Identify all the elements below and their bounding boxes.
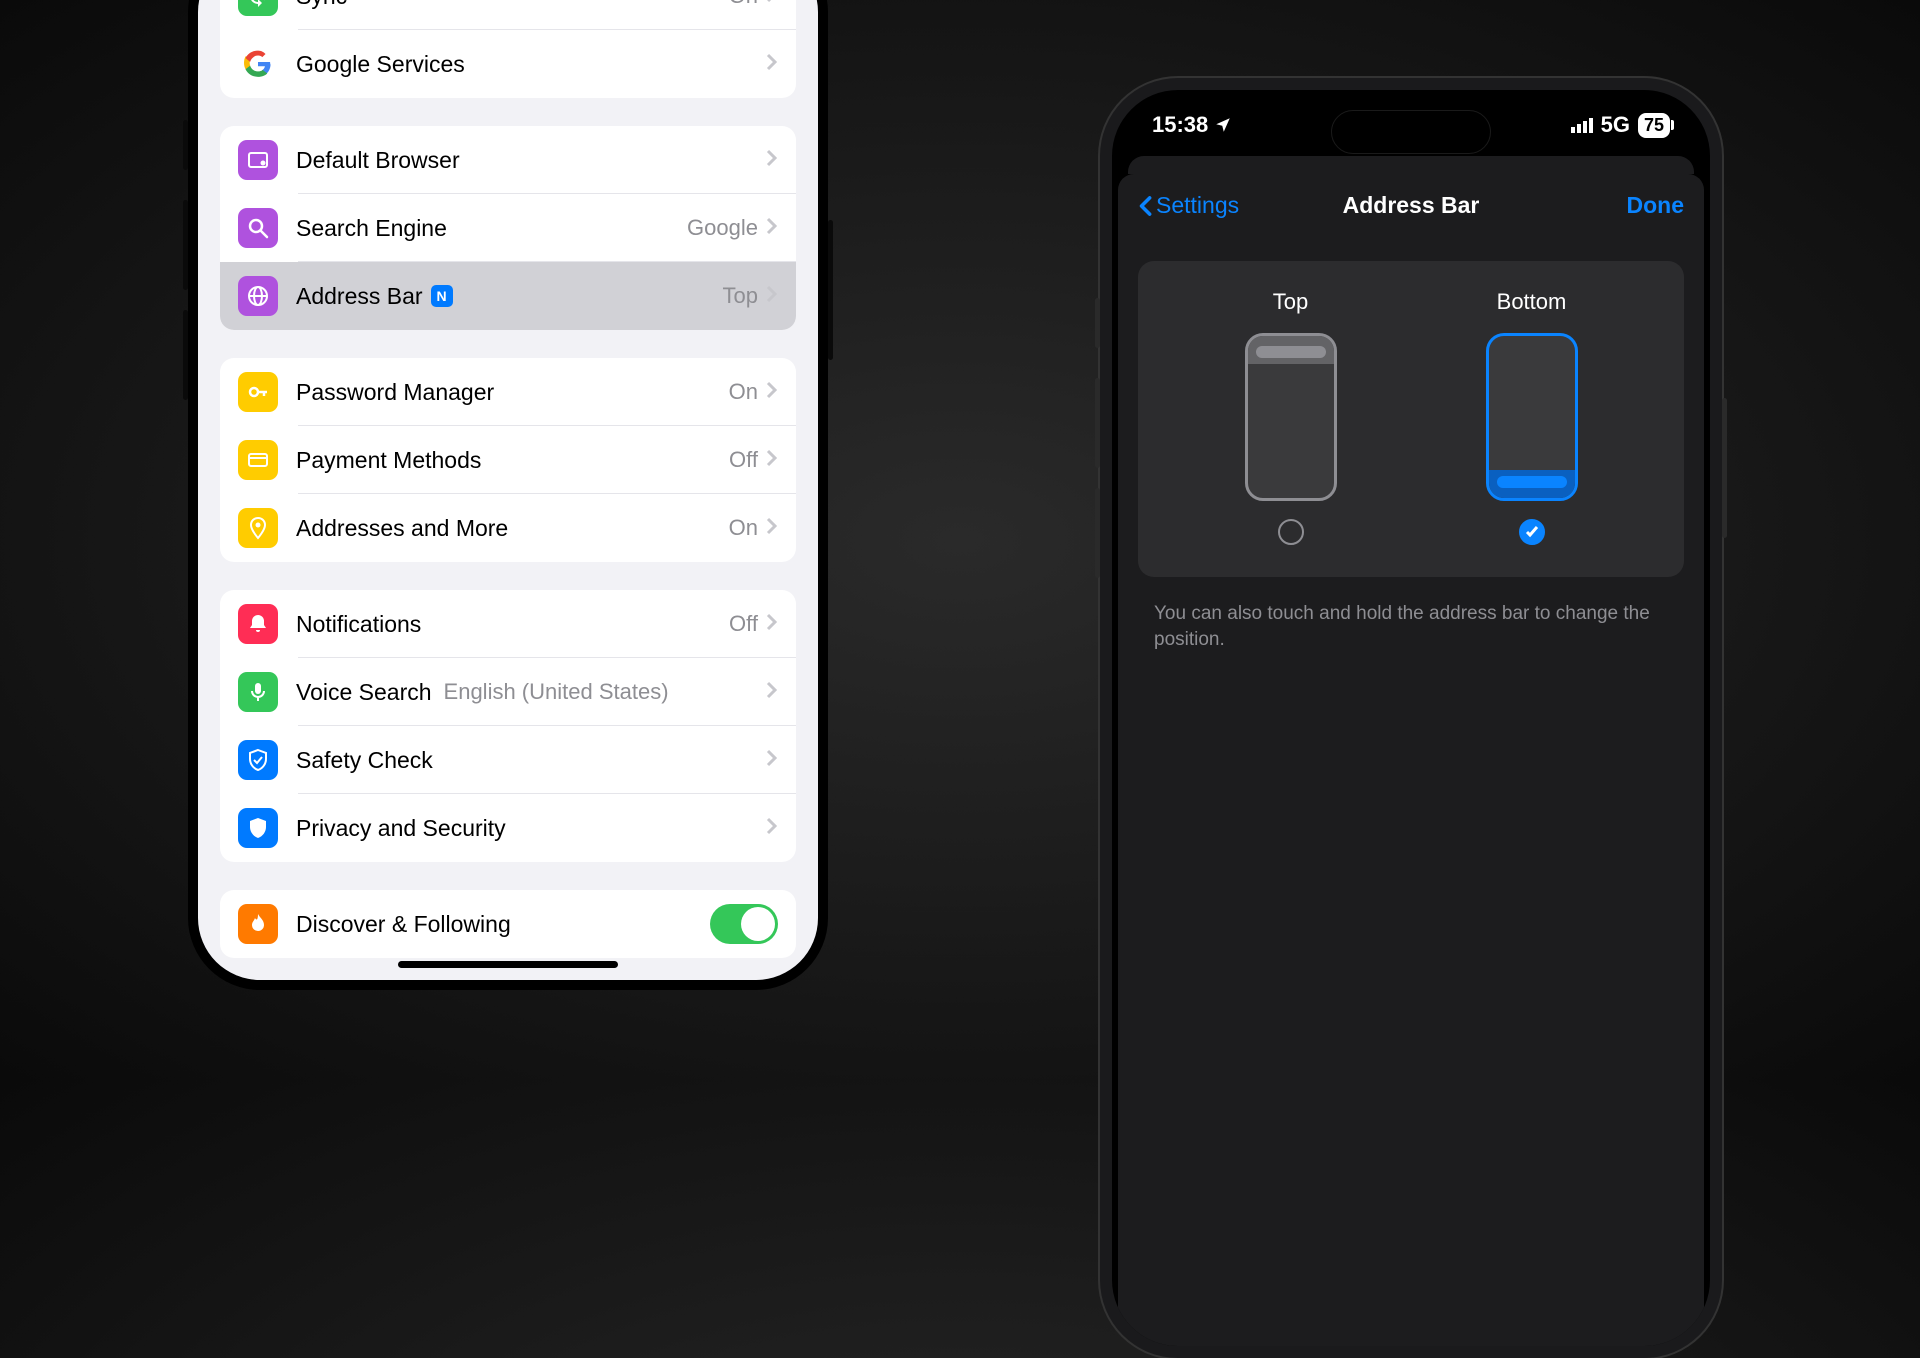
option-top[interactable]: Top	[1245, 289, 1337, 545]
flame-icon	[238, 904, 278, 944]
chevron-right-icon	[766, 449, 778, 472]
settings-screen: Sync On Google Services Default Browser	[198, 0, 818, 980]
row-label: Discover & Following	[296, 911, 710, 938]
row-label: Address Bar N	[296, 283, 723, 310]
preview-top	[1245, 333, 1337, 501]
chevron-right-icon	[766, 285, 778, 308]
radio-checked-icon	[1519, 519, 1545, 545]
key-icon	[238, 372, 278, 412]
option-label: Top	[1273, 289, 1308, 315]
done-button[interactable]: Done	[1627, 192, 1685, 219]
pin-icon	[238, 508, 278, 548]
chevron-right-icon	[766, 517, 778, 540]
row-value: English (United States)	[444, 679, 758, 705]
background-sheet-peek	[1128, 156, 1694, 174]
chevron-right-icon	[766, 613, 778, 636]
row-notifications[interactable]: Notifications Off	[220, 590, 796, 658]
settings-section-content: Discover & Following	[220, 890, 796, 958]
row-value: Off	[729, 447, 758, 473]
row-value: On	[729, 0, 758, 9]
location-icon	[1214, 116, 1232, 134]
home-indicator	[398, 961, 618, 968]
settings-section-account: Sync On Google Services	[220, 0, 796, 98]
row-label: Sync	[296, 0, 729, 10]
shield-check-icon	[238, 740, 278, 780]
nav-title: Address Bar	[1343, 192, 1480, 219]
row-google-services[interactable]: Google Services	[220, 30, 796, 98]
chevron-right-icon	[766, 681, 778, 704]
row-addresses[interactable]: Addresses and More On	[220, 494, 796, 562]
chevron-right-icon	[766, 53, 778, 76]
row-sync[interactable]: Sync On	[220, 0, 796, 30]
radio-unchecked-icon	[1278, 519, 1304, 545]
row-value: On	[729, 379, 758, 405]
chevron-right-icon	[766, 817, 778, 840]
right-iphone-frame: 15:38 5G 75 Settings Address Bar Done	[1100, 78, 1722, 1358]
row-safety-check[interactable]: Safety Check	[220, 726, 796, 794]
row-label: Privacy and Security	[296, 815, 766, 842]
chevron-right-icon	[766, 149, 778, 172]
dynamic-island	[1331, 110, 1491, 154]
row-value: Off	[729, 611, 758, 637]
settings-section-general: Notifications Off Voice Search English (…	[220, 590, 796, 862]
google-icon	[244, 50, 272, 78]
row-discover[interactable]: Discover & Following	[220, 890, 796, 958]
row-value: Google	[687, 215, 758, 241]
row-payment-methods[interactable]: Payment Methods Off	[220, 426, 796, 494]
status-time: 15:38	[1152, 112, 1208, 138]
row-password-manager[interactable]: Password Manager On	[220, 358, 796, 426]
signal-icon	[1571, 117, 1593, 133]
row-label: Default Browser	[296, 147, 766, 174]
option-bottom[interactable]: Bottom	[1486, 289, 1578, 545]
chevron-right-icon	[766, 381, 778, 404]
sync-icon	[238, 0, 278, 16]
address-bar-screen: 15:38 5G 75 Settings Address Bar Done	[1112, 90, 1710, 1346]
row-label: Voice Search	[296, 679, 432, 706]
chevron-right-icon	[766, 749, 778, 772]
row-label: Search Engine	[296, 215, 687, 242]
chevron-right-icon	[766, 0, 778, 8]
nav-bar: Settings Address Bar Done	[1118, 174, 1704, 237]
row-address-bar[interactable]: Address Bar N Top	[220, 262, 796, 330]
row-label: Password Manager	[296, 379, 729, 406]
row-label: Payment Methods	[296, 447, 729, 474]
settings-section-browser: Default Browser Search Engine Google Add…	[220, 126, 796, 330]
preview-bottom	[1486, 333, 1578, 501]
new-badge: N	[431, 285, 453, 307]
back-button[interactable]: Settings	[1138, 192, 1239, 219]
shield-icon	[238, 808, 278, 848]
row-value: On	[729, 515, 758, 541]
row-label: Addresses and More	[296, 515, 729, 542]
modal-sheet: Settings Address Bar Done Top Bottom	[1118, 174, 1704, 1346]
compass-icon	[238, 140, 278, 180]
row-label: Notifications	[296, 611, 729, 638]
toggle-switch[interactable]	[710, 904, 778, 944]
status-network: 5G	[1601, 112, 1630, 138]
card-icon	[238, 440, 278, 480]
chevron-left-icon	[1138, 195, 1152, 217]
row-default-browser[interactable]: Default Browser	[220, 126, 796, 194]
row-label: Google Services	[296, 51, 766, 78]
mic-icon	[238, 672, 278, 712]
globe-icon	[238, 276, 278, 316]
address-bar-options: Top Bottom	[1138, 261, 1684, 577]
row-privacy-security[interactable]: Privacy and Security	[220, 794, 796, 862]
search-icon	[238, 208, 278, 248]
row-voice-search[interactable]: Voice Search English (United States)	[220, 658, 796, 726]
chevron-right-icon	[766, 217, 778, 240]
row-label: Safety Check	[296, 747, 766, 774]
left-iphone-frame: Sync On Google Services Default Browser	[188, 0, 828, 990]
option-label: Bottom	[1497, 289, 1567, 315]
settings-section-autofill: Password Manager On Payment Methods Off …	[220, 358, 796, 562]
bell-icon	[238, 604, 278, 644]
battery-indicator: 75	[1638, 113, 1670, 138]
hint-text: You can also touch and hold the address …	[1154, 601, 1668, 652]
row-value: Top	[723, 283, 758, 309]
row-search-engine[interactable]: Search Engine Google	[220, 194, 796, 262]
